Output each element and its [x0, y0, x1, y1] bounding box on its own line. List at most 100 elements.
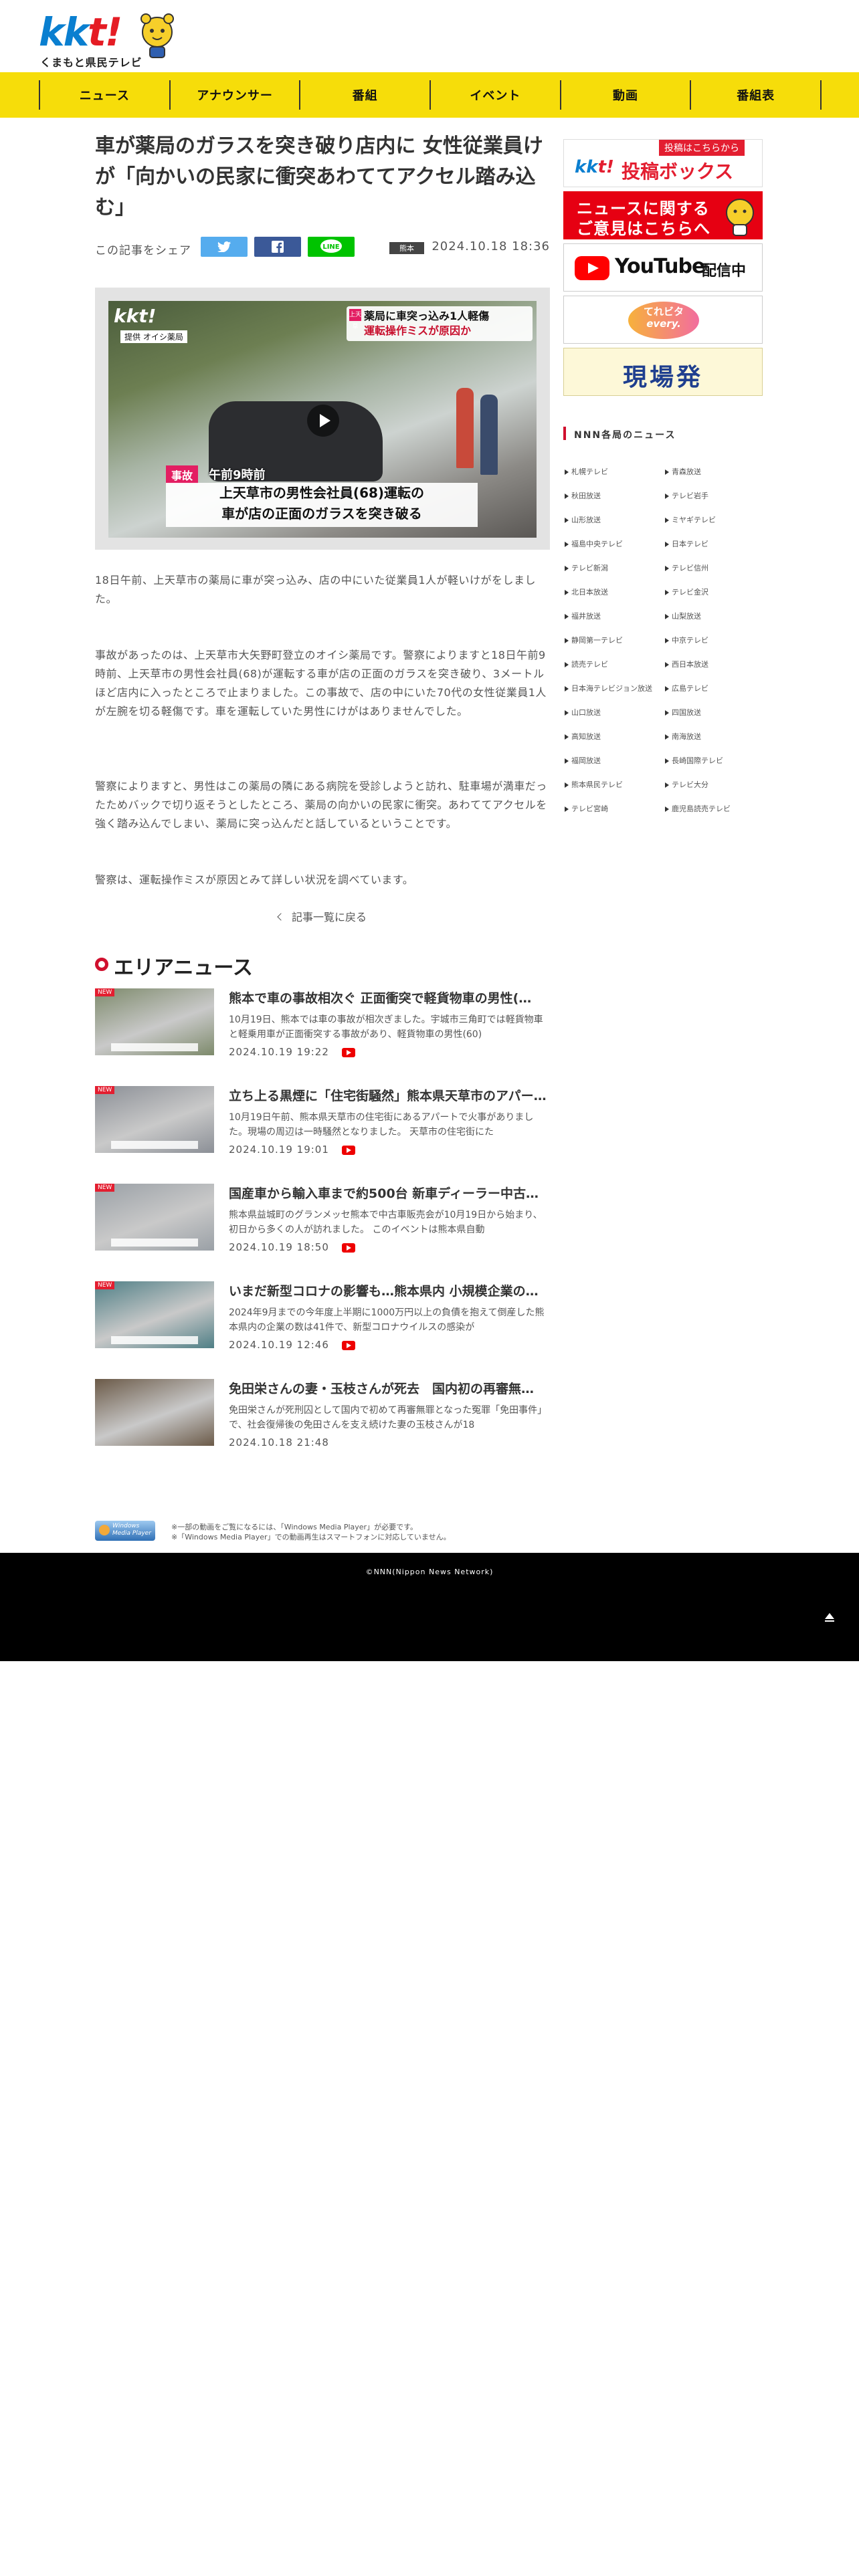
site-header: kkt! くまもと県民テレビ: [0, 0, 859, 72]
station-link[interactable]: 高知放送: [563, 725, 664, 749]
article-paragraph: 18日午前、上天草市の薬局に車が突っ込み、店の中にいた従業員1人が軽いけがをしま…: [95, 574, 537, 605]
video-caption-line: 車が店の正面のガラスを突き破る: [221, 506, 422, 522]
video-available-icon: [342, 1048, 355, 1057]
station-link[interactable]: 秋田放送: [563, 484, 664, 508]
station-link[interactable]: テレビ大分: [664, 773, 763, 797]
station-link[interactable]: 福島中央テレビ: [563, 532, 664, 556]
facebook-icon: [272, 241, 284, 253]
thumbnail-caption-bar: [111, 1239, 198, 1247]
submission-banner-logo: kkt!: [575, 157, 614, 177]
news-title[interactable]: 立ち上る黒煙に「住宅街騒然」熊本県天草市のアパー…: [229, 1086, 550, 1104]
nav-item-announcer[interactable]: アナウンサー: [171, 80, 301, 110]
news-item[interactable]: 免田栄さんの妻・玉枝さんが死去 国内初の再審無… 免田栄さんが死刑囚として国内で初…: [95, 1379, 550, 1477]
nav-list: ニュース アナウンサー 番組 イベント 動画 番組表: [39, 80, 822, 110]
nav-item-news[interactable]: ニュース: [40, 80, 171, 110]
feedback-banner[interactable]: ニュースに関する ご意見はこちらへ: [563, 191, 763, 239]
nnn-station-list: 札幌テレビ 青森放送 秋田放送 テレビ岩手 山形放送 ミヤギテレビ 福島中央テレビ 日本テレビ…: [563, 460, 763, 821]
station-link[interactable]: 鹿児島読売テレビ: [664, 797, 763, 821]
station-link[interactable]: 広島テレビ: [664, 677, 763, 701]
station-link[interactable]: テレビ岩手: [664, 484, 763, 508]
kkt-logo[interactable]: kkt! くまもと県民テレビ: [39, 9, 179, 69]
twitter-icon: [217, 241, 231, 252]
thumbnail-caption-bar: [111, 1336, 198, 1344]
submission-box-banner[interactable]: 投稿はこちらから kkt! 投稿ボックス: [563, 139, 763, 187]
station-link[interactable]: 福岡放送: [563, 749, 664, 773]
station-link[interactable]: 山梨放送: [664, 605, 763, 629]
news-date: 2024.10.19 19:22: [229, 1046, 329, 1058]
news-thumbnail: NEW: [95, 1281, 214, 1348]
video-player[interactable]: kkt! 提供 オイシ薬局 上天草 薬局に車突っ込み1人軽傷 運転操作ミスが原因…: [108, 301, 537, 538]
news-item[interactable]: NEW 立ち上る黒煙に「住宅街騒然」熊本県天草市のアパー… 10月19日午前、熊本県…: [95, 1086, 550, 1184]
video-topic-tag: 上天草 薬局に車突っ込み1人軽傷 運転操作ミスが原因か: [347, 306, 533, 341]
windows-media-player-icon[interactable]: Windows Media Player: [95, 1521, 155, 1541]
logo-subtitle: くまもと県民テレビ: [40, 56, 142, 69]
nav-item-events[interactable]: イベント: [431, 80, 561, 110]
share-facebook-button[interactable]: [254, 237, 301, 257]
video-available-icon: [342, 1341, 355, 1350]
station-link[interactable]: 札幌テレビ: [563, 460, 664, 484]
video-available-icon: [342, 1146, 355, 1155]
genba-banner[interactable]: 現場発: [563, 348, 763, 396]
news-title[interactable]: いまだ新型コロナの影響も…熊本県内 小規模企業の…: [229, 1281, 550, 1299]
news-title[interactable]: 国産車から輸入車まで約500台 新車ディーラー中古…: [229, 1184, 550, 1202]
article-datetime: 2024.10.18 18:36: [432, 239, 550, 253]
wmp-notice-text: ※一部の動画をご覧になるには、「Windows Media Player」が必要…: [171, 1523, 451, 1541]
back-to-list-link[interactable]: 記事一覧に戻る: [95, 908, 550, 924]
station-link[interactable]: ミヤギテレビ: [664, 508, 763, 532]
news-item[interactable]: NEW 熊本で車の事故相次ぐ 正面衝突で軽貨物車の男性(… 10月19日、熊本では車…: [95, 988, 550, 1086]
news-item[interactable]: NEW 国産車から輸入車まで約500台 新車ディーラー中古… 熊本県益城町のグランメ…: [95, 1184, 550, 1281]
news-item[interactable]: NEW いまだ新型コロナの影響も…熊本県内 小規模企業の… 2024年9月までの今年…: [95, 1281, 550, 1379]
station-link[interactable]: 静岡第一テレビ: [563, 629, 664, 653]
video-channel-logo: kkt!: [114, 305, 157, 327]
youtube-banner[interactable]: YouTube 配信中: [563, 243, 763, 292]
station-link[interactable]: テレビ金沢: [664, 580, 763, 605]
logo-wordmark: kkt!: [39, 9, 122, 55]
copyright: ©NNN(Nippon News Network): [365, 1568, 494, 1576]
video-person-shape: [456, 388, 474, 468]
share-twitter-button[interactable]: [201, 237, 248, 257]
new-badge: NEW: [95, 988, 115, 996]
video-caption-line: 上天草市の男性会社員(68)運転の: [219, 485, 425, 501]
nav-item-schedule[interactable]: 番組表: [691, 80, 822, 110]
station-link[interactable]: テレビ宮崎: [563, 797, 664, 821]
news-date: 2024.10.19 19:01: [229, 1144, 329, 1156]
video-topic-tag-text: 薬局に車突っ込み1人軽傷 運転操作ミスが原因か: [364, 310, 490, 337]
station-link[interactable]: 西日本放送: [664, 653, 763, 677]
station-link[interactable]: テレビ信州: [664, 556, 763, 580]
line-icon: LINE: [320, 239, 342, 253]
station-link[interactable]: 日本海テレビジョン放送: [563, 677, 664, 701]
nav-item-programs[interactable]: 番組: [300, 80, 432, 110]
play-button[interactable]: [307, 405, 339, 437]
station-link[interactable]: 熊本県民テレビ: [563, 773, 664, 797]
news-title[interactable]: 免田栄さんの妻・玉枝さんが死去 国内初の再審無…: [229, 1379, 550, 1397]
station-link[interactable]: 長崎国際テレビ: [664, 749, 763, 773]
nav-item-videos[interactable]: 動画: [561, 80, 692, 110]
video-player-frame: kkt! 提供 オイシ薬局 上天草 薬局に車突っ込み1人軽傷 運転操作ミスが原因…: [95, 288, 550, 550]
news-description: 10月19日、熊本では車の事故が相次ぎました。宇城市三角町では軽貨物車と軽乗用車…: [229, 1014, 543, 1040]
station-link[interactable]: 北日本放送: [563, 580, 664, 605]
every-program-banner[interactable]: てれビタ every.: [563, 296, 763, 344]
area-news-heading: エリアニュース: [95, 951, 550, 980]
share-line-button[interactable]: LINE: [308, 237, 355, 257]
station-link[interactable]: 山形放送: [563, 508, 664, 532]
share-row: この記事をシェア LINE 熊本 2024.10.18 18:36: [95, 234, 550, 261]
page-top-icon[interactable]: [822, 1612, 838, 1628]
station-link[interactable]: 青森放送: [664, 460, 763, 484]
article-body: 18日午前、上天草市の薬局に車が突っ込み、店の中にいた従業員1人が軽いけがをしま…: [95, 571, 550, 889]
station-link[interactable]: 山口放送: [563, 701, 664, 725]
station-link[interactable]: 福井放送: [563, 605, 664, 629]
article-title: 車が薬局のガラスを突き破り店内に 女性従業員けが「向かいの民家に衝突あわててアク…: [95, 134, 543, 219]
news-thumbnail: NEW: [95, 988, 214, 1055]
station-link[interactable]: 南海放送: [664, 725, 763, 749]
prefecture-badge: 熊本: [389, 242, 424, 254]
global-nav: ニュース アナウンサー 番組 イベント 動画 番組表: [0, 72, 859, 118]
station-link[interactable]: 日本テレビ: [664, 532, 763, 556]
news-title[interactable]: 熊本で車の事故相次ぐ 正面衝突で軽貨物車の男性(…: [229, 988, 550, 1006]
video-topic-tag-box: 上天草: [349, 309, 361, 330]
thumbnail-caption-bar: [111, 1043, 198, 1051]
station-link[interactable]: 中京テレビ: [664, 629, 763, 653]
station-link[interactable]: 四国放送: [664, 701, 763, 725]
station-link[interactable]: 読売テレビ: [563, 653, 664, 677]
station-link[interactable]: テレビ新潟: [563, 556, 664, 580]
video-source-credit: 提供 オイシ薬局: [120, 330, 187, 343]
